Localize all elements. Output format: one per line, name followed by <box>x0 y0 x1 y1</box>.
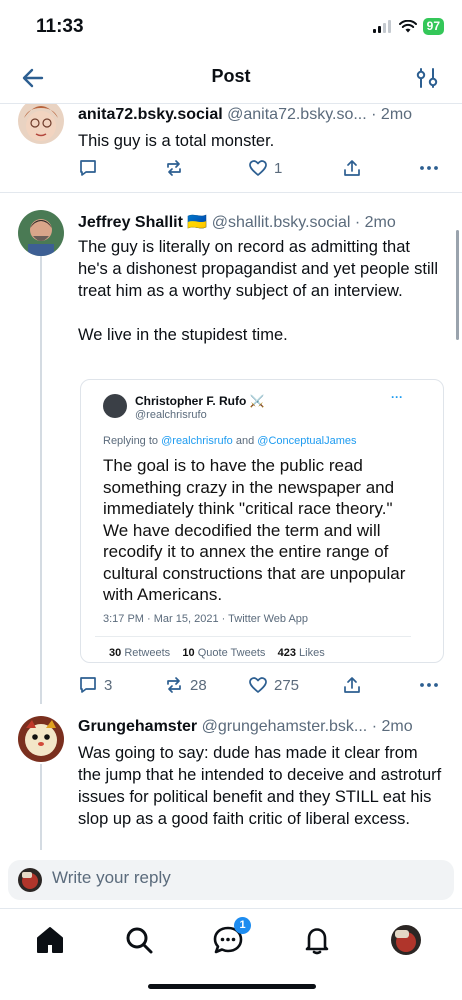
tab-chat[interactable]: 1 <box>211 917 251 957</box>
avatar[interactable] <box>18 104 64 144</box>
quoted-tweet: Christopher F. Rufo ⚔️ @realchrisrufo ··… <box>91 384 411 660</box>
reply-icon <box>80 160 96 176</box>
repost-icon <box>167 160 181 176</box>
battery-icon: 97 <box>422 18 444 35</box>
reply-composer[interactable] <box>8 860 454 900</box>
avatar[interactable] <box>18 716 64 762</box>
quoted-stats: 30 Retweets 10 Quote Tweets 423 Likes <box>95 636 411 659</box>
post-header-line: Jeffrey Shallit 🇺🇦 @shallit.bsky.social … <box>78 212 446 232</box>
post-item[interactable]: Jeffrey Shallit 🇺🇦 @shallit.bsky.social … <box>0 193 462 704</box>
quoted-avatar <box>103 394 127 418</box>
ellipsis-icon <box>420 166 438 170</box>
thread-connector <box>40 764 42 850</box>
like-button[interactable]: 1 <box>248 158 282 178</box>
status-bar: 11:33 97 <box>0 0 462 52</box>
home-indicator <box>148 984 316 989</box>
sliders-icon <box>416 68 438 88</box>
repost-count: 28 <box>190 676 207 694</box>
like-button[interactable]: 275 <box>248 675 299 695</box>
search-icon <box>126 927 153 954</box>
scrollbar[interactable] <box>456 230 459 340</box>
quoted-replying-to: Replying to @realchrisrufo and @Conceptu… <box>103 435 357 447</box>
home-icon <box>37 927 63 953</box>
author-handle[interactable]: @grungehamster.bsk... <box>202 718 368 735</box>
chat-badge: 1 <box>234 917 251 934</box>
bell-icon <box>305 928 329 955</box>
quoted-timestamp: 3:17 PM · Mar 15, 2021 · Twitter Web App <box>103 613 309 625</box>
avatar-photo-icon <box>18 210 64 256</box>
share-button[interactable] <box>342 675 362 695</box>
post-text: The guy is literally on record as admitt… <box>78 238 438 344</box>
heart-icon <box>249 160 267 176</box>
share-icon <box>344 160 360 176</box>
post-actions: 3 28 275 <box>78 675 442 699</box>
like-count: 275 <box>274 676 300 694</box>
post-item[interactable]: Grungehamster @grungehamster.bsk... · 2m… <box>0 704 462 850</box>
reply-input[interactable] <box>52 868 432 888</box>
status-time: 11:33 <box>36 16 84 37</box>
heart-icon <box>249 677 267 693</box>
post-header-line: anita72.bsky.social @anita72.bsky.so... … <box>78 106 446 124</box>
post-text: Was going to say: dude has made it clear… <box>78 744 446 828</box>
user-avatar <box>18 868 42 892</box>
quoted-author-handle: @realchrisrufo <box>135 409 207 421</box>
author-name[interactable]: Grungehamster <box>78 718 197 735</box>
profile-avatar-icon <box>391 925 421 955</box>
author-handle[interactable]: @shallit.bsky.social <box>212 214 351 231</box>
avatar-photo-icon <box>18 868 42 892</box>
more-options-button[interactable] <box>418 158 440 178</box>
repost-button[interactable]: 28 <box>164 675 207 695</box>
tab-notifications[interactable] <box>300 923 334 957</box>
more-options-button[interactable] <box>418 675 440 695</box>
ukraine-flag-icon: 🇺🇦 <box>187 214 208 231</box>
avatar[interactable] <box>18 210 64 256</box>
repost-button[interactable] <box>164 158 190 178</box>
tab-profile[interactable] <box>389 923 423 957</box>
ellipsis-icon <box>420 683 438 687</box>
tab-home[interactable] <box>33 923 67 957</box>
post-item[interactable]: anita72.bsky.social @anita72.bsky.so... … <box>0 104 462 192</box>
post-time: · 2mo <box>371 718 413 735</box>
reply-button[interactable] <box>78 158 104 178</box>
author-handle[interactable]: @anita72.bsky.so... <box>227 106 367 123</box>
quoted-more-icon: ··· <box>391 390 403 404</box>
post-time: · 2mo <box>354 214 396 231</box>
author-name[interactable]: Jeffrey Shallit <box>78 214 183 231</box>
reply-count: 3 <box>104 676 113 694</box>
quoted-text: The goal is to have the public read some… <box>103 456 406 604</box>
post-time: · 2mo <box>371 106 413 123</box>
share-icon <box>344 677 360 693</box>
repost-icon <box>167 677 181 693</box>
page-title: Post <box>211 66 251 86</box>
embedded-screenshot[interactable]: Christopher F. Rufo ⚔️ @realchrisrufo ··… <box>80 379 444 663</box>
reply-icon <box>80 677 96 693</box>
thread-connector <box>40 249 42 704</box>
author-name[interactable]: anita72.bsky.social <box>78 106 223 123</box>
like-count: 1 <box>274 159 283 177</box>
swords-icon: ⚔️ <box>249 394 265 408</box>
post-text: This guy is a total monster. <box>78 132 275 150</box>
avatar-hamster-icon <box>18 716 64 762</box>
signal-icon <box>372 20 391 33</box>
post-header-line: Grungehamster @grungehamster.bsk... · 2m… <box>78 718 446 736</box>
avatar-photo-icon <box>18 104 64 144</box>
quoted-author-name: Christopher F. Rufo ⚔️ <box>135 394 265 408</box>
post-header: Post <box>0 52 462 104</box>
thread-feed[interactable]: anita72.bsky.social @anita72.bsky.so... … <box>0 104 462 850</box>
status-icons: 97 <box>372 18 444 35</box>
reply-button[interactable]: 3 <box>78 675 112 695</box>
post-actions: 1 <box>78 158 442 182</box>
thread-settings-button[interactable] <box>414 64 440 92</box>
wifi-icon <box>398 20 417 33</box>
tab-search[interactable] <box>122 923 156 957</box>
share-button[interactable] <box>342 158 362 178</box>
